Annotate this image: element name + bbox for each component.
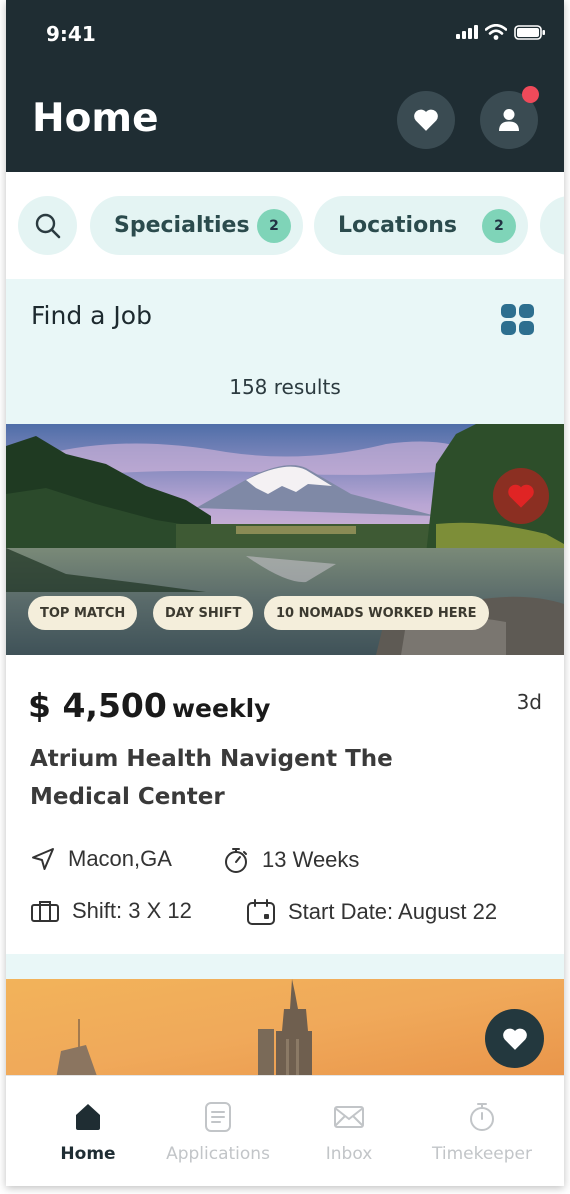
tag-nomads-worked: 10 NOMADS WORKED HERE	[264, 596, 489, 630]
floating-favorite-button[interactable]	[485, 1009, 544, 1068]
calendar-icon	[247, 899, 275, 925]
stopwatch-icon	[225, 848, 247, 873]
favorites-button[interactable]	[397, 91, 455, 149]
search-icon	[35, 213, 60, 238]
heart-icon	[502, 1028, 527, 1050]
salary-amount: $ 4,500	[28, 686, 167, 725]
tab-timekeeper[interactable]: Timekeeper	[424, 1076, 540, 1186]
briefcase-icon	[31, 901, 59, 922]
tab-home-label: Home	[60, 1144, 116, 1164]
status-icons	[456, 24, 546, 40]
heart-filled-icon	[508, 484, 534, 508]
card-divider	[6, 954, 564, 979]
specialties-filter[interactable]: Specialties 2	[90, 196, 303, 255]
page-title: Home	[32, 96, 159, 141]
stopwatch-icon	[470, 1103, 494, 1131]
more-filter-chip[interactable]	[540, 196, 564, 255]
search-button[interactable]	[18, 196, 77, 255]
section-title: Find a Job	[31, 301, 152, 330]
tag-day-shift: DAY SHIFT	[153, 596, 254, 630]
salary-period: weekly	[171, 694, 271, 723]
specialties-count-badge: 2	[257, 208, 291, 243]
duration-text: 13 Weeks	[262, 847, 360, 872]
job-start-date: Start Date: August 22	[246, 898, 497, 926]
app-header: 9:41 Home	[6, 0, 564, 172]
locations-label: Locations	[338, 213, 457, 238]
wifi-icon	[485, 24, 507, 40]
user-icon	[499, 109, 519, 131]
tab-applications-label: Applications	[166, 1144, 270, 1164]
locations-count-badge: 2	[482, 208, 516, 243]
job-card-next[interactable]	[6, 979, 564, 1079]
phone-screen: 9:41 Home Specialties 2 Locations 2 Find…	[6, 0, 564, 1186]
tab-timekeeper-label: Timekeeper	[432, 1144, 532, 1164]
signal-icon	[456, 25, 478, 39]
job-card-image: TOP MATCH DAY SHIFT 10 NOMADS WORKED HER…	[6, 424, 564, 655]
results-count: 158 results	[229, 375, 341, 399]
start-date-text: Start Date: August 22	[288, 899, 498, 924]
navigation-icon	[32, 848, 54, 870]
document-icon	[205, 1102, 231, 1132]
notification-dot	[522, 86, 539, 103]
tag-top-match: TOP MATCH	[28, 596, 138, 630]
status-time: 9:41	[46, 22, 96, 46]
tab-home[interactable]: Home	[48, 1076, 128, 1186]
tab-applications[interactable]: Applications	[158, 1076, 278, 1186]
city-skyline-image	[6, 979, 564, 1079]
grid-view-icon[interactable]	[501, 304, 534, 335]
find-job-section: Find a Job 158 results	[6, 279, 564, 424]
tab-inbox[interactable]: Inbox	[314, 1076, 384, 1186]
specialties-label: Specialties	[114, 213, 250, 238]
tab-inbox-label: Inbox	[325, 1144, 373, 1164]
mail-icon	[334, 1106, 364, 1128]
filter-bar: Specialties 2 Locations 2	[6, 172, 564, 279]
posted-age: 3d	[516, 690, 542, 714]
locations-filter[interactable]: Locations 2	[314, 196, 528, 255]
salary: $ 4,500 weekly	[28, 686, 270, 725]
bottom-tab-bar: Home Applications Inbox Timekeeper	[6, 1075, 564, 1186]
battery-icon	[514, 24, 545, 40]
job-shift: Shift: 3 X 12	[30, 898, 192, 924]
job-favorite-button[interactable]	[493, 468, 549, 524]
facility-name: Atrium Health Navigent The Medical Cente…	[30, 746, 393, 810]
job-duration: 13 Weeks	[222, 846, 359, 874]
job-location: Macon,GA	[30, 846, 172, 872]
home-icon	[76, 1104, 100, 1130]
location-text: Macon,GA	[68, 846, 172, 871]
heart-icon	[414, 109, 438, 131]
shift-text: Shift: 3 X 12	[72, 898, 192, 923]
job-card[interactable]: TOP MATCH DAY SHIFT 10 NOMADS WORKED HER…	[6, 424, 564, 954]
